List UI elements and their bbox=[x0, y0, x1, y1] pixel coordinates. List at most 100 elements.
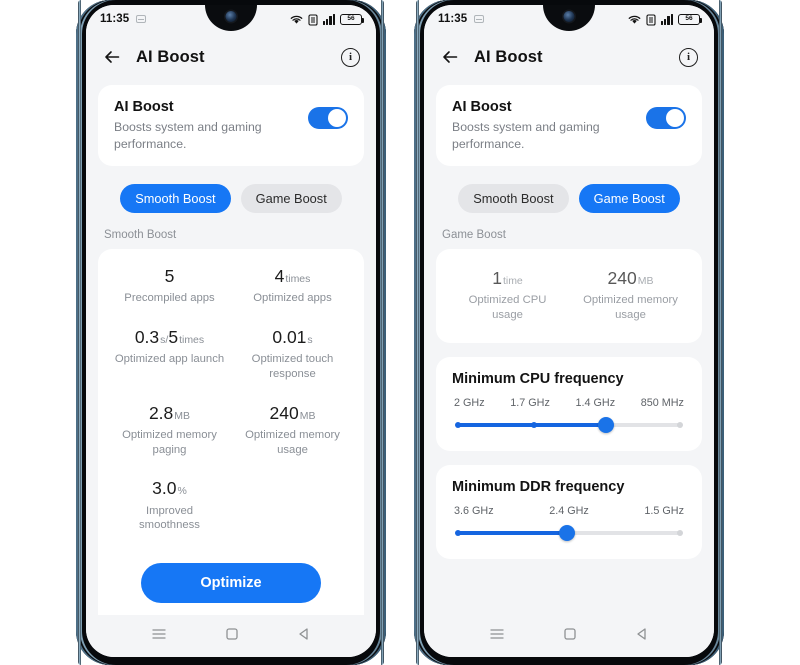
stat-improved-smoothness: 3.0% Improved smoothness bbox=[108, 479, 231, 533]
signal-bars-icon bbox=[322, 13, 335, 25]
tab-game-boost[interactable]: Game Boost bbox=[240, 184, 342, 214]
cpu-frequency-title: Minimum CPU frequency bbox=[452, 370, 624, 387]
content-left: AI Boost Boosts system and gaming perfor… bbox=[86, 81, 376, 615]
stat-optimized-memory-usage: 240MB Optimized memory usage bbox=[231, 402, 354, 458]
ddr-tick: 2.4 GHz bbox=[549, 504, 589, 517]
app-bar: AI Boost i bbox=[86, 33, 376, 81]
optimize-button[interactable]: Optimize bbox=[141, 562, 321, 603]
stat-value: 3.0% bbox=[152, 478, 187, 499]
page-title: AI Boost bbox=[474, 47, 543, 66]
stat-optimized-memory-paging: 2.8MB Optimized memory paging bbox=[108, 403, 231, 458]
stat-value: 240MB bbox=[607, 268, 654, 289]
info-circle-icon[interactable]: i bbox=[679, 47, 698, 67]
ai-boost-title: AI Boost bbox=[114, 99, 174, 115]
cpu-tick: 1.7 GHz bbox=[510, 396, 550, 409]
battery-level: 56 bbox=[347, 14, 355, 22]
sim-icon bbox=[308, 13, 318, 26]
ddr-frequency-card: Minimum DDR frequency 3.6 GHz 2.4 GHz 1.… bbox=[436, 464, 702, 559]
cpu-tick: 2 GHz bbox=[454, 396, 485, 409]
ddr-slider-thumb[interactable] bbox=[558, 524, 575, 541]
ai-boost-text: AI Boost Boosts system and gaming perfor… bbox=[114, 99, 298, 152]
back-arrow-icon[interactable] bbox=[102, 47, 122, 67]
back-triangle-icon[interactable] bbox=[635, 627, 649, 646]
ai-boost-toggle[interactable] bbox=[646, 107, 686, 129]
stat-empty bbox=[231, 479, 354, 533]
slider-dot[interactable] bbox=[677, 529, 683, 536]
ddr-tick: 1.5 GHz bbox=[644, 504, 684, 517]
back-arrow-icon[interactable] bbox=[440, 47, 460, 67]
app-bar: AI Boost i bbox=[424, 33, 714, 81]
stat-label: Optimized CPU usage bbox=[468, 294, 547, 322]
stat-label: Precompiled apps bbox=[124, 292, 215, 305]
ddr-frequency-ticks: 3.6 GHz 2.4 GHz 1.5 GHz bbox=[452, 505, 686, 517]
stats-row: 2.8MB Optimized memory paging 240MB Opti… bbox=[108, 402, 354, 458]
screenshot-stage: 11:35 56 AI Boost i AI Boost Boosts syst… bbox=[0, 0, 800, 665]
stats-row: 0.3s/5times Optimized app launch 0.01s O… bbox=[108, 327, 354, 382]
battery-icon: 56 bbox=[340, 13, 364, 25]
slider-dot[interactable] bbox=[530, 421, 537, 428]
content-right: AI Boost Boosts system and gaming perfor… bbox=[424, 81, 714, 615]
cpu-frequency-card: Minimum CPU frequency 2 GHz 1.7 GHz 1.4 … bbox=[436, 356, 702, 451]
status-bar-right: 56 bbox=[290, 13, 364, 26]
wifi-icon bbox=[628, 14, 641, 25]
battery-level: 56 bbox=[685, 14, 693, 22]
stat-label: Optimized app launch bbox=[114, 353, 225, 366]
stats-row: 1time Optimized CPU usage 240MB Optimize… bbox=[446, 269, 692, 323]
phone-left: 11:35 56 AI Boost i AI Boost Boosts syst… bbox=[76, 0, 386, 665]
section-label-right: Game Boost bbox=[442, 229, 506, 242]
system-nav-bar bbox=[424, 615, 714, 657]
stats-row: 5 Precompiled apps 4times Optimized apps bbox=[108, 267, 354, 306]
slider-dot[interactable] bbox=[677, 421, 683, 428]
back-triangle-icon[interactable] bbox=[297, 627, 311, 646]
recents-icon[interactable] bbox=[489, 627, 505, 646]
stat-optimized-apps: 4times Optimized apps bbox=[231, 267, 354, 306]
phone-right-screen: 11:35 56 AI Boost i AI Boost Boosts syst… bbox=[424, 5, 714, 657]
status-time: 11:35 bbox=[100, 13, 130, 25]
ai-boost-card: AI Boost Boosts system and gaming perfor… bbox=[436, 85, 702, 167]
cpu-frequency-slider[interactable] bbox=[452, 416, 686, 433]
status-bar-right: 56 bbox=[628, 13, 702, 26]
tab-smooth-boost[interactable]: Smooth Boost bbox=[458, 184, 569, 214]
sim-icon bbox=[646, 13, 656, 26]
slider-dot[interactable] bbox=[455, 529, 461, 536]
ai-boost-title: AI Boost bbox=[452, 99, 512, 115]
ai-boost-subtitle: Boosts system and gaming performance. bbox=[452, 120, 600, 151]
cpu-slider-thumb[interactable] bbox=[598, 416, 615, 433]
status-bar-left: 11:35 bbox=[438, 13, 485, 25]
home-icon[interactable] bbox=[563, 627, 577, 646]
mute-icon bbox=[136, 15, 147, 23]
stat-value: 0.3s/5times bbox=[134, 327, 205, 348]
recents-icon[interactable] bbox=[151, 627, 167, 646]
ai-boost-toggle[interactable] bbox=[308, 107, 348, 129]
system-nav-bar bbox=[86, 615, 376, 657]
wifi-icon bbox=[290, 14, 303, 25]
stat-value: 4times bbox=[274, 266, 311, 287]
section-label-left: Smooth Boost bbox=[104, 229, 177, 242]
stat-optimized-app-launch: 0.3s/5times Optimized app launch bbox=[108, 327, 231, 382]
info-glyph: i bbox=[686, 51, 691, 63]
stat-label: Improved smoothness bbox=[139, 504, 200, 532]
stat-value: 5 bbox=[164, 266, 175, 287]
ddr-frequency-slider[interactable] bbox=[452, 524, 686, 541]
home-icon[interactable] bbox=[225, 627, 239, 646]
tab-smooth-boost[interactable]: Smooth Boost bbox=[120, 184, 231, 214]
status-time: 11:35 bbox=[438, 13, 468, 25]
tab-game-boost[interactable]: Game Boost bbox=[578, 184, 680, 214]
stat-optimized-memory-usage: 240MB Optimized memory usage bbox=[569, 269, 692, 323]
ddr-frequency-title: Minimum DDR frequency bbox=[452, 478, 625, 495]
game-boost-stats-card: 1time Optimized CPU usage 240MB Optimize… bbox=[436, 249, 702, 343]
ai-boost-subtitle: Boosts system and gaming performance. bbox=[114, 120, 262, 151]
stat-optimized-cpu-usage: 1time Optimized CPU usage bbox=[446, 269, 569, 323]
stat-label: Optimized touch response bbox=[251, 353, 334, 381]
stat-label: Optimized memory usage bbox=[583, 294, 678, 322]
info-glyph: i bbox=[348, 51, 353, 63]
stat-value: 240MB bbox=[269, 402, 316, 423]
info-circle-icon[interactable]: i bbox=[341, 47, 360, 67]
stat-precompiled-apps: 5 Precompiled apps bbox=[108, 267, 231, 306]
slider-fill bbox=[458, 530, 568, 535]
page-title: AI Boost bbox=[136, 47, 205, 66]
slider-dot[interactable] bbox=[455, 421, 461, 428]
toggle-knob bbox=[666, 109, 684, 127]
stat-optimized-touch-response: 0.01s Optimized touch response bbox=[231, 327, 354, 382]
status-bar-left: 11:35 bbox=[100, 13, 147, 25]
